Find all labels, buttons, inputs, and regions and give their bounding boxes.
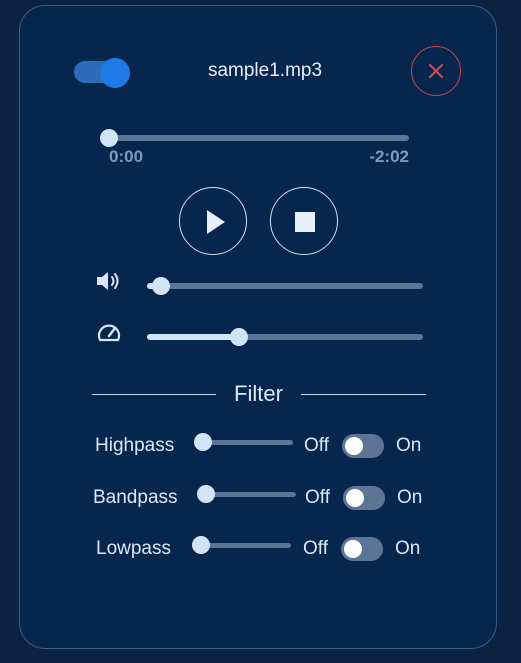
highpass-slider-handle[interactable] [194, 433, 212, 451]
highpass-on-label: On [396, 435, 422, 456]
lowpass-toggle[interactable] [341, 537, 383, 561]
filter-divider-right [301, 394, 426, 395]
stop-button[interactable] [270, 187, 338, 255]
bandpass-on-label: On [397, 487, 423, 508]
power-toggle-knob [100, 58, 130, 88]
bandpass-slider-handle[interactable] [197, 485, 215, 503]
lowpass-slider[interactable] [201, 543, 291, 548]
lowpass-toggle-knob [344, 540, 362, 558]
highpass-toggle-knob [345, 437, 363, 455]
seek-handle[interactable] [100, 129, 118, 147]
filter-label-bandpass: Bandpass [93, 487, 178, 508]
speed-slider-fill [147, 334, 239, 340]
bandpass-toggle[interactable] [343, 486, 385, 510]
speedometer-icon [96, 321, 122, 348]
current-time: 0:00 [109, 147, 144, 166]
bandpass-toggle-knob [346, 489, 364, 507]
close-button[interactable] [411, 46, 461, 96]
volume-slider[interactable] [147, 283, 423, 289]
file-name: sample1.mp3 [207, 60, 323, 81]
player-panel [19, 5, 497, 649]
volume-slider-handle[interactable] [152, 277, 170, 295]
lowpass-slider-handle[interactable] [192, 536, 210, 554]
filter-label-highpass: Highpass [95, 435, 175, 456]
close-icon [429, 64, 443, 78]
highpass-toggle[interactable] [342, 434, 384, 458]
stop-icon [295, 212, 315, 232]
lowpass-on-label: On [395, 538, 421, 559]
play-icon [207, 210, 225, 234]
filter-label-lowpass: Lowpass [96, 538, 171, 559]
bandpass-off-label: Off [305, 487, 330, 508]
lowpass-off-label: Off [303, 538, 328, 559]
filter-title: Filter [234, 381, 283, 406]
play-button[interactable] [179, 187, 247, 255]
remaining-time: -2:02 [369, 147, 409, 166]
bandpass-slider[interactable] [206, 492, 296, 497]
volume-icon [96, 270, 122, 297]
filter-divider-left [92, 394, 216, 395]
player-power-toggle[interactable] [74, 58, 130, 88]
speed-slider-handle[interactable] [230, 328, 248, 346]
highpass-slider[interactable] [203, 440, 293, 445]
seek-bar[interactable] [109, 135, 409, 141]
highpass-off-label: Off [304, 435, 329, 456]
